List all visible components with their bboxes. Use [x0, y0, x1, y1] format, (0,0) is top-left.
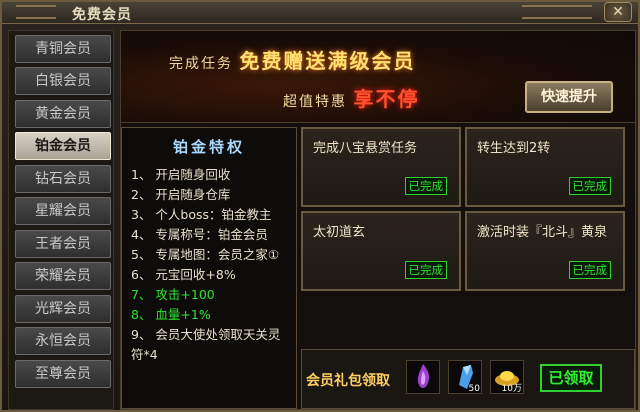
sidebar-item-gold[interactable]: 黄金会员	[15, 100, 111, 128]
sidebar-item-supreme[interactable]: 至尊会员	[15, 360, 111, 388]
sidebar-item-eternal[interactable]: 永恒会员	[15, 327, 111, 355]
sidebar-item-silver[interactable]: 白银会员	[15, 67, 111, 95]
privilege-item: 2、 开启随身仓库	[131, 187, 231, 202]
privilege-item: 6、 元宝回收+8%	[131, 267, 236, 282]
banner-line-2-highlight: 享不停	[353, 87, 420, 111]
privilege-item-attack: 7、 攻击+100	[131, 287, 215, 302]
privilege-item-hp: 8、 血量+1%	[131, 307, 211, 322]
claimed-button[interactable]: 已领取	[540, 364, 602, 392]
purple-flame-icon	[417, 364, 430, 388]
task-card: 激活时装『北斗』黄泉 已完成	[465, 211, 625, 291]
gift-slot[interactable]: 10万	[490, 360, 524, 394]
privileges-panel: 铂金特权 1、 开启随身回收 2、 开启随身仓库 3、 个人boss：铂金教主 …	[121, 127, 297, 409]
title-bar[interactable]: 免费会员 ✕	[2, 2, 638, 24]
gift-slot-count: 50	[468, 384, 480, 394]
task-done-badge: 已完成	[568, 177, 611, 195]
privilege-item: 9、 会员大使处领取天关灵	[131, 327, 281, 342]
gift-pack-label: 会员礼包领取	[306, 373, 390, 389]
privileges-title: 铂金特权	[172, 138, 245, 156]
privilege-item: 1、 开启随身回收	[131, 167, 231, 182]
close-button[interactable]: ✕	[604, 2, 632, 22]
task-done-badge: 已完成	[568, 261, 611, 279]
privilege-item: 4、 专属称号：铂金会员	[131, 227, 268, 242]
title-ornament-right	[522, 5, 592, 19]
banner-line-1-prefix: 完成任务	[169, 56, 233, 72]
sidebar-item-star[interactable]: 星耀会员	[15, 197, 111, 225]
window-title: 免费会员	[72, 7, 132, 23]
quick-upgrade-button[interactable]: 快速提升	[525, 81, 613, 113]
banner-line-2-prefix: 超值特惠	[283, 94, 347, 110]
promo-banner: 完成任务 免费赠送满级会员 超值特惠 享不停 快速提升	[121, 31, 635, 123]
membership-window: 免费会员 ✕ 青铜会员 白银会员 黄金会员 铂金会员 钻石会员 星耀会员 王者会…	[0, 0, 640, 412]
sidebar-item-bronze[interactable]: 青铜会员	[15, 35, 111, 63]
banner-line-2: 超值特惠 享不停	[283, 83, 419, 112]
sidebar-item-radiance[interactable]: 光辉会员	[15, 295, 111, 323]
banner-line-1: 完成任务 免费赠送满级会员	[169, 45, 415, 74]
main-panel: 完成任务 免费赠送满级会员 超值特惠 享不停 快速提升 铂金特权 1、 开启随身…	[120, 30, 636, 410]
sidebar-item-diamond[interactable]: 钻石会员	[15, 165, 111, 193]
task-card: 转生达到2转 已完成	[465, 127, 625, 207]
task-card: 完成八宝悬赏任务 已完成	[301, 127, 461, 207]
task-label: 转生达到2转	[477, 141, 551, 156]
gift-slot-count: 10万	[501, 384, 522, 394]
gift-slot[interactable]: 50	[448, 360, 482, 394]
task-label: 太初道玄	[313, 225, 366, 240]
privilege-item: 符*4	[131, 347, 158, 362]
sidebar-item-king[interactable]: 王者会员	[15, 230, 111, 258]
sidebar-item-glory[interactable]: 荣耀会员	[15, 262, 111, 290]
sidebar-item-platinum[interactable]: 铂金会员	[15, 132, 111, 160]
membership-tier-sidebar: 青铜会员 白银会员 黄金会员 铂金会员 钻石会员 星耀会员 王者会员 荣耀会员 …	[8, 30, 114, 410]
gift-slot[interactable]	[406, 360, 440, 394]
gift-pack-row: 会员礼包领取 50 10万 已领取	[301, 349, 635, 409]
banner-line-1-highlight: 免费赠送满级会员	[239, 49, 416, 73]
task-label: 激活时装『北斗』黄泉	[477, 225, 608, 240]
title-ornament-left	[16, 5, 56, 19]
task-done-badge: 已完成	[404, 177, 447, 195]
task-card: 太初道玄 已完成	[301, 211, 461, 291]
task-done-badge: 已完成	[404, 261, 447, 279]
task-label: 完成八宝悬赏任务	[313, 141, 418, 156]
privilege-item: 5、 专属地图：会员之家①	[131, 247, 280, 262]
privilege-item: 3、 个人boss：铂金教主	[131, 207, 272, 222]
